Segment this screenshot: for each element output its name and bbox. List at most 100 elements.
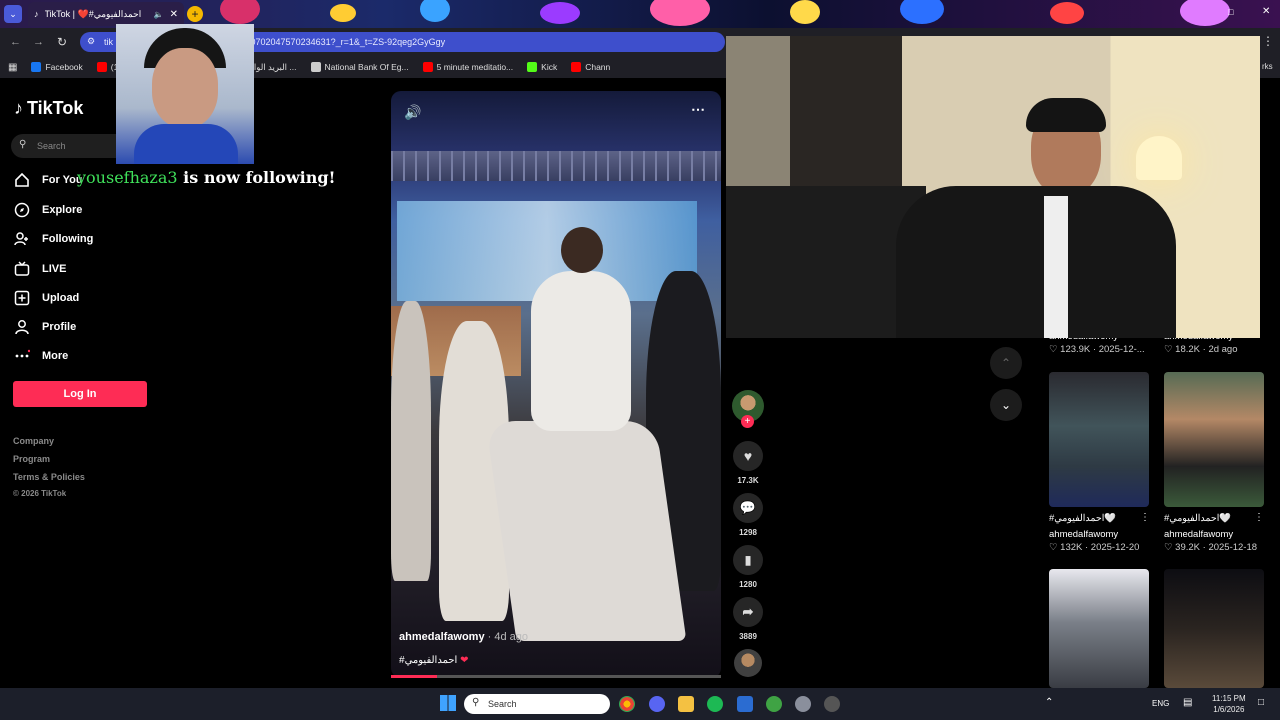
video-progress-bar[interactable] <box>391 675 721 678</box>
footer-link-terms[interactable]: Terms & Policies <box>13 472 85 482</box>
sound-disc[interactable] <box>734 649 762 677</box>
photos-icon[interactable] <box>737 696 753 712</box>
apps-grid-icon[interactable]: ▦ <box>8 62 17 73</box>
sidebar-item-explore[interactable]: Explore <box>14 202 82 218</box>
sidebar-item-upload[interactable]: Upload <box>14 290 79 306</box>
next-video-button[interactable]: ⌄ <box>990 389 1022 421</box>
search-placeholder: Search <box>37 141 66 151</box>
forward-icon[interactable]: → <box>33 36 44 48</box>
following-icon <box>14 232 28 246</box>
volume-icon[interactable]: 🔊 <box>404 104 421 121</box>
grid-item-more-icon[interactable]: ⋮ <box>1140 512 1150 523</box>
bookmark-item[interactable]: Chann <box>571 62 610 72</box>
sidebar-item-for-you[interactable]: For You <box>14 172 83 188</box>
bookmark-item[interactable]: 5 minute meditatio... <box>422 62 513 72</box>
app-icon[interactable] <box>766 696 782 712</box>
grid-item-caption[interactable]: #احمدالفيومي🤍 <box>1164 513 1231 524</box>
save-button[interactable]: ▮ 1280 <box>733 545 763 589</box>
grid-item-thumbnail[interactable] <box>1164 569 1264 688</box>
notification-icon[interactable]: □ <box>1258 697 1264 708</box>
sidebar-item-label: Upload <box>42 292 80 304</box>
spotify-icon[interactable] <box>707 696 723 712</box>
url-text: /7590702047570234631?_r=1&_t=ZS-92qeg2Gy… <box>233 37 446 47</box>
bookmark-item[interactable]: Facebook <box>31 62 83 72</box>
new-tab-button[interactable]: + <box>187 6 203 22</box>
language-indicator[interactable]: ENG <box>1152 699 1169 708</box>
grid-item-meta: ♡ 39.2K · 2025-12-18 <box>1164 542 1258 553</box>
profile-icon <box>15 320 29 335</box>
windows-start-icon[interactable] <box>440 695 456 711</box>
previous-video-button[interactable]: ⌃ <box>990 347 1022 379</box>
like-count: 17.3K <box>737 476 759 485</box>
live-icon <box>14 261 30 276</box>
footer-link-company[interactable]: Company <box>13 436 54 446</box>
taskbar-clock[interactable]: 11:15 PM 1/6/2026 <box>1212 693 1246 715</box>
comment-icon: 💬 <box>739 500 757 515</box>
maximize-icon[interactable]: □ <box>1228 7 1233 17</box>
close-window-icon[interactable]: ✕ <box>1262 6 1270 17</box>
menu-dots-icon[interactable]: ⋮ <box>1262 34 1274 48</box>
share-button[interactable]: ➦ 3889 <box>733 597 763 641</box>
video-caption-text[interactable]: #احمدالفيومي <box>399 655 457 666</box>
wifi-icon[interactable]: ▤ <box>1183 697 1192 708</box>
follow-alert-text: is now following! <box>183 168 336 187</box>
grid-item-thumbnail[interactable] <box>1049 372 1149 507</box>
follow-plus-button[interactable]: + <box>741 415 754 428</box>
tab-search-button[interactable]: ⌄ <box>4 5 22 23</box>
video-player[interactable]: 🔊 ⋯ <box>391 91 721 678</box>
upload-icon <box>14 290 30 306</box>
search-icon: ⚲ <box>472 697 480 708</box>
settings-icon[interactable] <box>795 696 811 712</box>
tiktok-logo[interactable]: ♪ TikTok <box>14 98 83 119</box>
footer-link-program[interactable]: Program <box>13 454 50 464</box>
sidebar-item-following[interactable]: Following <box>14 231 93 247</box>
video-author-name[interactable]: ahmedalfawomy <box>399 631 485 643</box>
grid-item-thumbnail[interactable] <box>1049 569 1149 688</box>
share-icon: ➦ <box>742 604 754 619</box>
grid-item-meta: ♡ 123.9K · 2025-12-... <box>1049 344 1145 355</box>
sidebar-item-live[interactable]: LIVE <box>14 261 66 277</box>
grid-item-caption[interactable]: #احمدالفيومي🤍 <box>1049 513 1116 524</box>
grid-item-thumbnail[interactable] <box>1164 372 1264 507</box>
bookmark-item[interactable]: Kick <box>527 62 557 72</box>
bookmark-item[interactable]: National Bank Of Eg... <box>310 62 409 72</box>
chevron-up-icon[interactable]: ⌃ <box>1045 697 1053 708</box>
more-icon <box>15 349 30 358</box>
chevron-up-icon: ⌃ <box>1000 356 1012 370</box>
bookmarks-overflow[interactable]: rks <box>1262 62 1273 71</box>
back-icon[interactable]: ← <box>10 36 21 48</box>
video-author[interactable]: ahmedalfawomy · 4d ago <box>399 631 528 643</box>
sidebar-item-label: Explore <box>42 204 83 216</box>
sidebar-item-label: Profile <box>42 321 77 333</box>
grid-item-meta: ♡ 132K · 2025-12-20 <box>1049 542 1140 553</box>
home-icon <box>15 172 29 187</box>
compass-icon <box>14 202 30 218</box>
save-count: 1280 <box>739 580 757 589</box>
speaker-icon[interactable]: 🔈 <box>154 10 164 19</box>
heart-icon: ♥ <box>743 448 753 464</box>
sidebar-item-profile[interactable]: Profile <box>14 319 76 335</box>
grid-item-user[interactable]: ahmedalfawomy <box>1049 529 1118 540</box>
reload-icon[interactable]: ↻ <box>57 35 67 49</box>
sidebar-item-more[interactable]: More <box>14 348 68 364</box>
app-icon[interactable] <box>824 696 840 712</box>
grid-item-more-icon[interactable]: ⋮ <box>1254 512 1264 523</box>
site-info-icon[interactable]: ⚙ <box>87 36 95 47</box>
share-count: 3889 <box>739 632 757 641</box>
tab-title: TikTok | ❤️#احمدالفيومي <box>44 8 142 19</box>
taskbar-search-input[interactable]: ⚲ Search <box>464 694 610 714</box>
video-caption[interactable]: #احمدالفيومي ❤ <box>399 655 468 666</box>
more-options-icon[interactable]: ⋯ <box>691 101 705 118</box>
like-button[interactable]: ♥ 17.3K <box>733 441 763 485</box>
discord-icon[interactable] <box>649 696 665 712</box>
login-button[interactable]: Log In <box>13 381 147 407</box>
grid-item-user[interactable]: ahmedalfawomy <box>1164 529 1233 540</box>
clock-date: 1/6/2026 <box>1213 705 1245 714</box>
browser-tab-active[interactable]: ♪ TikTok | ❤️#احمدالفيومي 🔈 ✕ <box>28 2 184 26</box>
comment-button[interactable]: 💬 1298 <box>733 493 763 537</box>
file-explorer-icon[interactable] <box>678 696 694 712</box>
tiktok-note-icon: ♪ <box>14 98 23 118</box>
close-tab-icon[interactable]: ✕ <box>170 9 178 20</box>
search-icon: ⚲ <box>19 139 27 150</box>
chrome-icon[interactable] <box>619 696 635 712</box>
